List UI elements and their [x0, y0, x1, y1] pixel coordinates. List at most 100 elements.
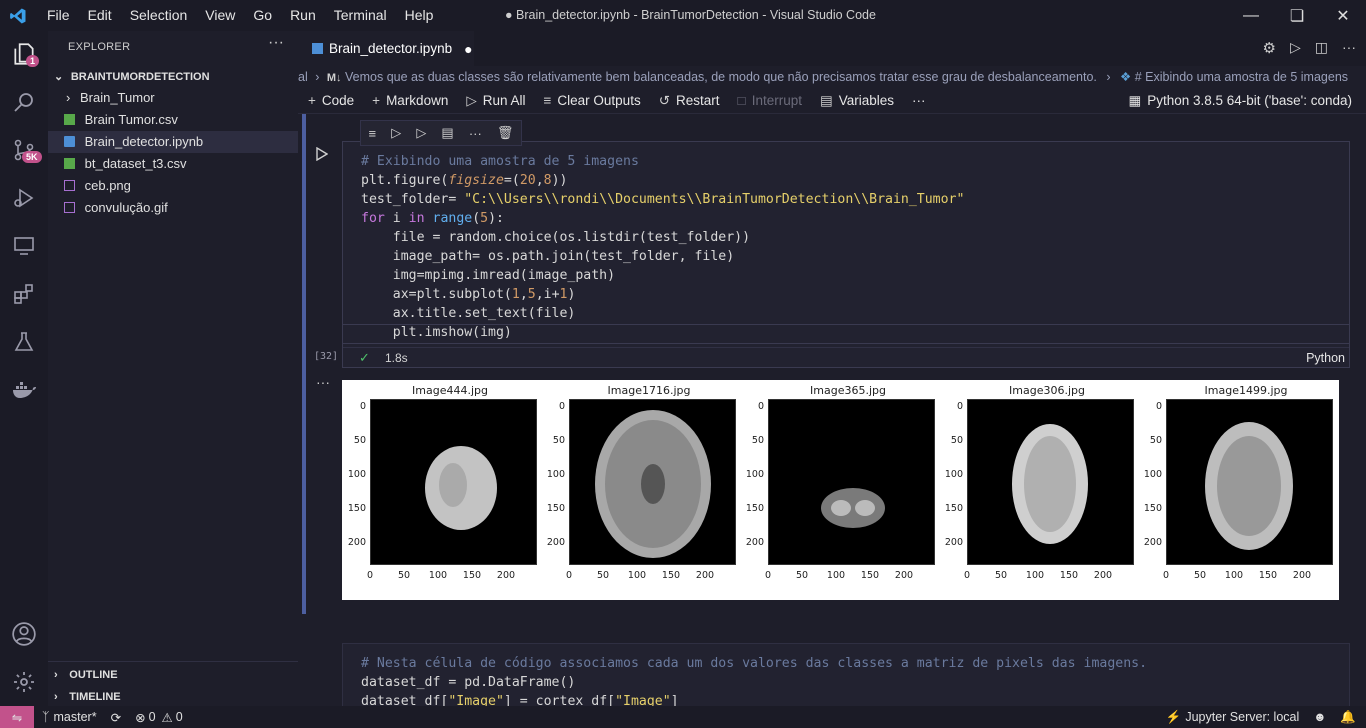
- docker-icon[interactable]: [0, 367, 48, 413]
- x-tick-label: 100: [826, 570, 846, 581]
- sidebar-title: EXPLORER: [68, 41, 131, 53]
- code-editor[interactable]: # Exibindo uma amostra de 5 imagens plt.…: [361, 152, 964, 342]
- x-tick-label: 0: [963, 570, 971, 581]
- timeline-section[interactable]: › TIMELINE: [48, 685, 298, 707]
- source-control-icon[interactable]: 5K: [0, 127, 48, 173]
- branch-label: master*: [53, 710, 97, 724]
- sidebar-item-bt-dataset-csv[interactable]: bt_dataset_t3.csv: [48, 153, 298, 175]
- search-icon[interactable]: [0, 79, 48, 125]
- split-editor-icon[interactable]: ◫: [1315, 39, 1328, 57]
- kernel-picker[interactable]: ▦ Python 3.8.5 64-bit ('base': conda): [1128, 88, 1352, 114]
- sidebar-item-ceb-png[interactable]: ceb.png: [48, 175, 298, 197]
- feedback-icon[interactable]: ☻: [1313, 710, 1326, 724]
- run-by-line-icon[interactable]: ≡: [369, 126, 377, 141]
- testing-icon[interactable]: [0, 319, 48, 365]
- x-tick-label: 0: [565, 570, 573, 581]
- restart-button[interactable]: ↺ Restart: [659, 93, 720, 109]
- problems-indicator[interactable]: ⊗ 0 ⚠ 0: [135, 710, 183, 725]
- add-code-button[interactable]: + Code: [308, 93, 354, 108]
- run-below-icon[interactable]: ▷: [416, 125, 426, 141]
- extensions-icon[interactable]: [0, 271, 48, 317]
- y-tick-label: 50: [552, 435, 565, 446]
- menu-file[interactable]: File: [38, 0, 79, 31]
- sidebar-item-brain-tumor-folder[interactable]: › Brain_Tumor: [48, 87, 298, 109]
- sidebar-item-convulucao-gif[interactable]: convulução.gif: [48, 197, 298, 219]
- tab-brain-detector[interactable]: Brain_detector.ipynb ●: [298, 31, 474, 66]
- git-branch[interactable]: ᛉ master*: [42, 710, 97, 724]
- interrupt-button[interactable]: □ Interrupt: [738, 93, 802, 108]
- y-tick-label: 200: [1143, 537, 1162, 548]
- code-editor-2[interactable]: # Nesta célula de código associamos cada…: [361, 654, 1147, 711]
- split-cell-icon[interactable]: ▤: [441, 125, 453, 141]
- more-actions-icon[interactable]: ···: [1342, 39, 1356, 57]
- close-button[interactable]: ✕: [1320, 0, 1366, 31]
- run-all-button[interactable]: ▷ Run All: [466, 93, 525, 109]
- interrupt-icon: □: [737, 93, 746, 108]
- sidebar-item-brain-tumor-csv[interactable]: Brain Tumor.csv: [48, 109, 298, 131]
- breadcrumb-item[interactable]: # Exibindo uma amostra de 5 imagens: [1135, 70, 1348, 84]
- x-tick-label: 200: [496, 570, 516, 581]
- menu-selection[interactable]: Selection: [121, 0, 197, 31]
- run-cell-icon[interactable]: [316, 146, 329, 164]
- menu-go[interactable]: Go: [244, 0, 281, 31]
- code-cell[interactable]: # Exibindo uma amostra de 5 imagens plt.…: [342, 141, 1350, 368]
- output-more-icon[interactable]: ···: [316, 374, 330, 390]
- x-tick-label: 150: [860, 570, 880, 581]
- y-tick-label: 50: [1149, 435, 1162, 446]
- plot-title: Image444.jpg: [412, 384, 488, 397]
- sync-icon[interactable]: ⟳: [111, 710, 121, 725]
- outline-section[interactable]: › OUTLINE: [48, 663, 298, 685]
- plot-title: Image365.jpg: [810, 384, 886, 397]
- variables-icon: ▤: [819, 92, 833, 108]
- mri-image: [370, 399, 537, 565]
- settings-gear-icon[interactable]: [0, 659, 48, 705]
- accounts-icon[interactable]: [0, 611, 48, 657]
- toolbar-more-button[interactable]: ···: [912, 93, 926, 108]
- menu-run[interactable]: Run: [281, 0, 325, 31]
- sidebar-item-brain-detector-ipynb[interactable]: Brain_detector.ipynb: [48, 131, 298, 153]
- run-debug-icon[interactable]: [0, 175, 48, 221]
- run-above-icon[interactable]: ▷: [391, 125, 401, 141]
- plot-3: Image365.jpg: [740, 380, 940, 600]
- x-tick-label: 100: [1224, 570, 1244, 581]
- add-markdown-button[interactable]: + Markdown: [372, 93, 448, 108]
- delete-cell-icon[interactable]: 🗑: [497, 125, 514, 141]
- x-tick-label: 0: [764, 570, 772, 581]
- menu-view[interactable]: View: [196, 0, 244, 31]
- y-tick-label: 0: [1155, 401, 1162, 412]
- sidebar-item-label: convulução.gif: [84, 200, 168, 215]
- gear-icon[interactable]: ⚙: [1263, 39, 1276, 57]
- breadcrumb-item[interactable]: Vemos que as duas classes são relativame…: [345, 70, 1097, 84]
- breadcrumb-prefix[interactable]: al: [298, 70, 308, 84]
- clear-outputs-button[interactable]: ≡ Clear Outputs: [544, 93, 641, 108]
- execution-duration: 1.8s: [385, 351, 408, 365]
- code-cell-2[interactable]: # Nesta célula de código associamos cada…: [342, 643, 1350, 713]
- vscode-logo-icon: [0, 0, 36, 31]
- remote-indicator-icon[interactable]: ⇋: [0, 706, 34, 728]
- variables-button[interactable]: ▤ Variables: [820, 93, 894, 109]
- y-tick-label: 100: [745, 469, 764, 480]
- y-tick-label: 100: [347, 469, 366, 480]
- folder-header[interactable]: ⌄ BRAINTUMORDETECTION: [48, 65, 298, 87]
- sidebar-item-label: Brain_detector.ipynb: [84, 134, 204, 149]
- y-tick-label: 200: [546, 537, 565, 548]
- run-play-icon[interactable]: ▷: [1290, 39, 1301, 57]
- unsaved-dot-icon[interactable]: ●: [464, 41, 472, 57]
- mri-image: [967, 399, 1134, 565]
- menu-help[interactable]: Help: [396, 0, 443, 31]
- y-tick-label: 0: [359, 401, 366, 412]
- mri-image: [768, 399, 935, 565]
- menu-edit[interactable]: Edit: [79, 0, 121, 31]
- explorer-icon[interactable]: 1: [0, 31, 48, 77]
- minimize-button[interactable]: —: [1228, 0, 1274, 31]
- restore-button[interactable]: ❏: [1274, 0, 1320, 31]
- jupyter-server[interactable]: ⚡ Jupyter Server: local: [1166, 710, 1300, 725]
- cell-language[interactable]: Python: [1306, 351, 1345, 365]
- notifications-bell-icon[interactable]: 🔔: [1340, 710, 1356, 725]
- jupyter-label: Jupyter Server: local: [1185, 710, 1300, 724]
- remote-explorer-icon[interactable]: [0, 223, 48, 269]
- menu-terminal[interactable]: Terminal: [325, 0, 396, 31]
- sidebar-more-icon[interactable]: ···: [268, 34, 284, 52]
- cell-more-icon[interactable]: ···: [469, 126, 482, 141]
- notebook-file-icon: [312, 43, 323, 54]
